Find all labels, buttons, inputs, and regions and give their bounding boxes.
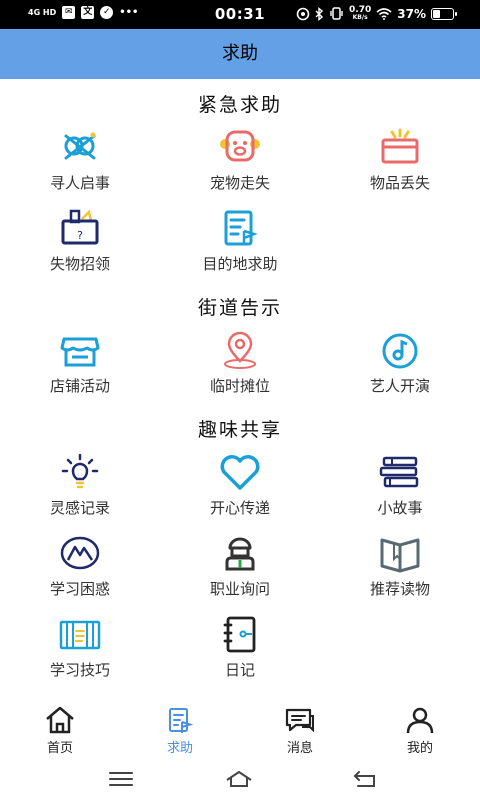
nav-profile-label: 我的 bbox=[406, 741, 433, 756]
section-title-emergency: 紧急求助 bbox=[197, 94, 282, 116]
grid-item-label: 职业询问 bbox=[209, 580, 270, 598]
nav-home[interactable]: 首页 bbox=[0, 706, 120, 756]
shop-icon bbox=[60, 337, 100, 367]
lost-found-box-icon: ? bbox=[61, 209, 99, 245]
grid-item-happy-share[interactable]: 开心传递 bbox=[160, 453, 320, 518]
grid-item-lost-item[interactable]: 物品丢失 bbox=[320, 128, 480, 193]
music-note-icon bbox=[382, 333, 418, 369]
network-speed: 0.70 KB/s bbox=[349, 5, 372, 22]
grid-item-diary[interactable]: 日记 bbox=[160, 615, 320, 680]
nav-help-label: 求助 bbox=[166, 741, 193, 756]
grid-item-temp-stall[interactable]: 临时摊位 bbox=[160, 331, 320, 396]
grid-item-label: 物品丢失 bbox=[369, 174, 430, 192]
grid-item-pet[interactable]: 宠物走失 bbox=[160, 128, 320, 193]
people-search-icon bbox=[64, 132, 96, 160]
pet-icon bbox=[220, 130, 260, 162]
grid-item-artist-show[interactable]: 艺人开演 bbox=[320, 331, 480, 396]
grid-item-short-story[interactable]: 小故事 bbox=[320, 453, 480, 518]
grid-item-inspiration[interactable]: 灵感记录 bbox=[0, 453, 160, 518]
section-title-fun-share: 趣味共享 bbox=[197, 419, 282, 441]
grid-item-study-confusion[interactable]: 学习困惑 bbox=[0, 534, 160, 599]
open-book-icon bbox=[380, 538, 420, 573]
vibrate-icon bbox=[330, 7, 343, 20]
nav-messages-label: 消息 bbox=[286, 741, 313, 756]
lost-item-icon bbox=[381, 128, 419, 164]
page-title: 求助 bbox=[0, 29, 480, 79]
grid-item-label: 临时摊位 bbox=[209, 377, 270, 395]
location-pin-icon bbox=[224, 331, 256, 369]
bottom-navigation: 首页 求助 消息 我的 bbox=[0, 700, 480, 760]
grid-item-recommended-reading[interactable]: 推荐读物 bbox=[320, 534, 480, 599]
grid-item-destination[interactable]: 目的地求助 bbox=[160, 209, 320, 274]
nav-home-label: 首页 bbox=[46, 741, 73, 756]
grid-item-label: 推荐读物 bbox=[369, 580, 430, 598]
diary-icon bbox=[223, 616, 256, 653]
eye-comfort-icon bbox=[296, 7, 310, 20]
svg-text:?: ? bbox=[77, 229, 83, 242]
menu-icon[interactable] bbox=[106, 768, 136, 790]
grid-item-people-search[interactable]: 寻人启事 bbox=[0, 128, 160, 193]
grid-item-label: 目的地求助 bbox=[202, 255, 278, 273]
worker-icon bbox=[225, 537, 255, 571]
home-button-icon[interactable] bbox=[224, 768, 254, 790]
mountain-badge-icon bbox=[60, 536, 100, 570]
profile-icon bbox=[406, 707, 434, 734]
status-bar: 4G HD ✉ 文 ✓ ••• 00:31 0.70 KB/s 37% bbox=[0, 0, 480, 29]
heart-icon bbox=[220, 455, 260, 490]
battery-percentage: 37% bbox=[397, 6, 426, 21]
nav-messages[interactable]: 消息 bbox=[240, 706, 360, 756]
lightbulb-icon bbox=[61, 453, 99, 489]
battery-icon bbox=[431, 7, 457, 20]
grid-item-label: 学习技巧 bbox=[49, 661, 110, 679]
grid-item-career-inquiry[interactable]: 职业询问 bbox=[160, 534, 320, 599]
grid-item-label: 艺人开演 bbox=[369, 377, 430, 395]
home-icon bbox=[46, 706, 74, 734]
grid-item-shop[interactable]: 店铺活动 bbox=[0, 331, 160, 396]
grid-item-label: 寻人启事 bbox=[49, 174, 110, 192]
grid-item-label: 开心传递 bbox=[209, 499, 270, 517]
grid-item-label: 灵感记录 bbox=[49, 499, 110, 517]
nav-profile[interactable]: 我的 bbox=[360, 706, 480, 756]
back-icon[interactable] bbox=[350, 768, 380, 790]
grid-item-label: 日记 bbox=[224, 661, 255, 679]
grid-item-label: 学习困惑 bbox=[49, 580, 110, 598]
help-doc-icon bbox=[169, 708, 194, 733]
grid-item-label: 店铺活动 bbox=[49, 377, 110, 395]
section-title-street-notice: 街道告示 bbox=[197, 297, 282, 319]
nav-help[interactable]: 求助 bbox=[120, 706, 240, 756]
grid-item-lost-found[interactable]: ? 失物招领 bbox=[0, 209, 160, 274]
system-navigation-bar bbox=[0, 760, 480, 800]
books-stack-icon bbox=[379, 456, 419, 488]
status-right: 0.70 KB/s 37% bbox=[296, 5, 457, 22]
grid-item-label: 宠物走失 bbox=[209, 174, 270, 192]
notebook-icon bbox=[59, 620, 101, 650]
grid-item-label: 失物招领 bbox=[49, 255, 110, 273]
message-icon bbox=[285, 708, 314, 733]
destination-flag-icon bbox=[224, 210, 258, 246]
wifi-icon bbox=[376, 7, 392, 20]
grid-item-study-tips[interactable]: 学习技巧 bbox=[0, 615, 160, 680]
bluetooth-icon bbox=[315, 6, 324, 21]
grid-item-label: 小故事 bbox=[377, 499, 423, 517]
